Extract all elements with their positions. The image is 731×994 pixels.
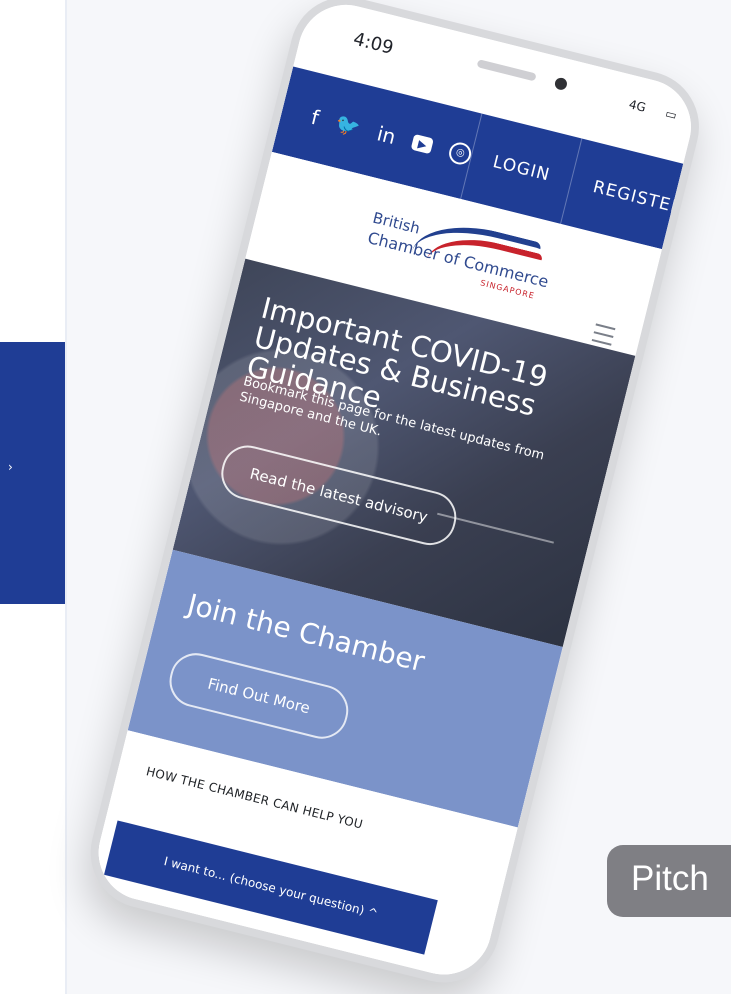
- youtube-icon[interactable]: ▶: [410, 133, 435, 155]
- left-blue-panel: ›: [0, 342, 65, 604]
- facebook-icon[interactable]: f: [309, 105, 322, 130]
- twitter-icon[interactable]: 🐦: [333, 111, 363, 140]
- linkedin-icon[interactable]: in: [375, 121, 398, 149]
- camera-icon: [553, 76, 569, 92]
- find-out-more-button[interactable]: Find Out More: [164, 647, 354, 745]
- signal-text: 4G: [627, 97, 648, 115]
- pitch-badge: Pitch: [607, 845, 731, 917]
- left-arrow-icon: ›: [8, 460, 13, 474]
- pitch-label: Pitch: [631, 859, 709, 898]
- battery-icon: ▭: [663, 106, 679, 123]
- speaker-icon: [476, 59, 537, 82]
- read-advisory-button[interactable]: Read the latest advisory: [215, 440, 462, 551]
- status-time: 4:09: [351, 28, 396, 59]
